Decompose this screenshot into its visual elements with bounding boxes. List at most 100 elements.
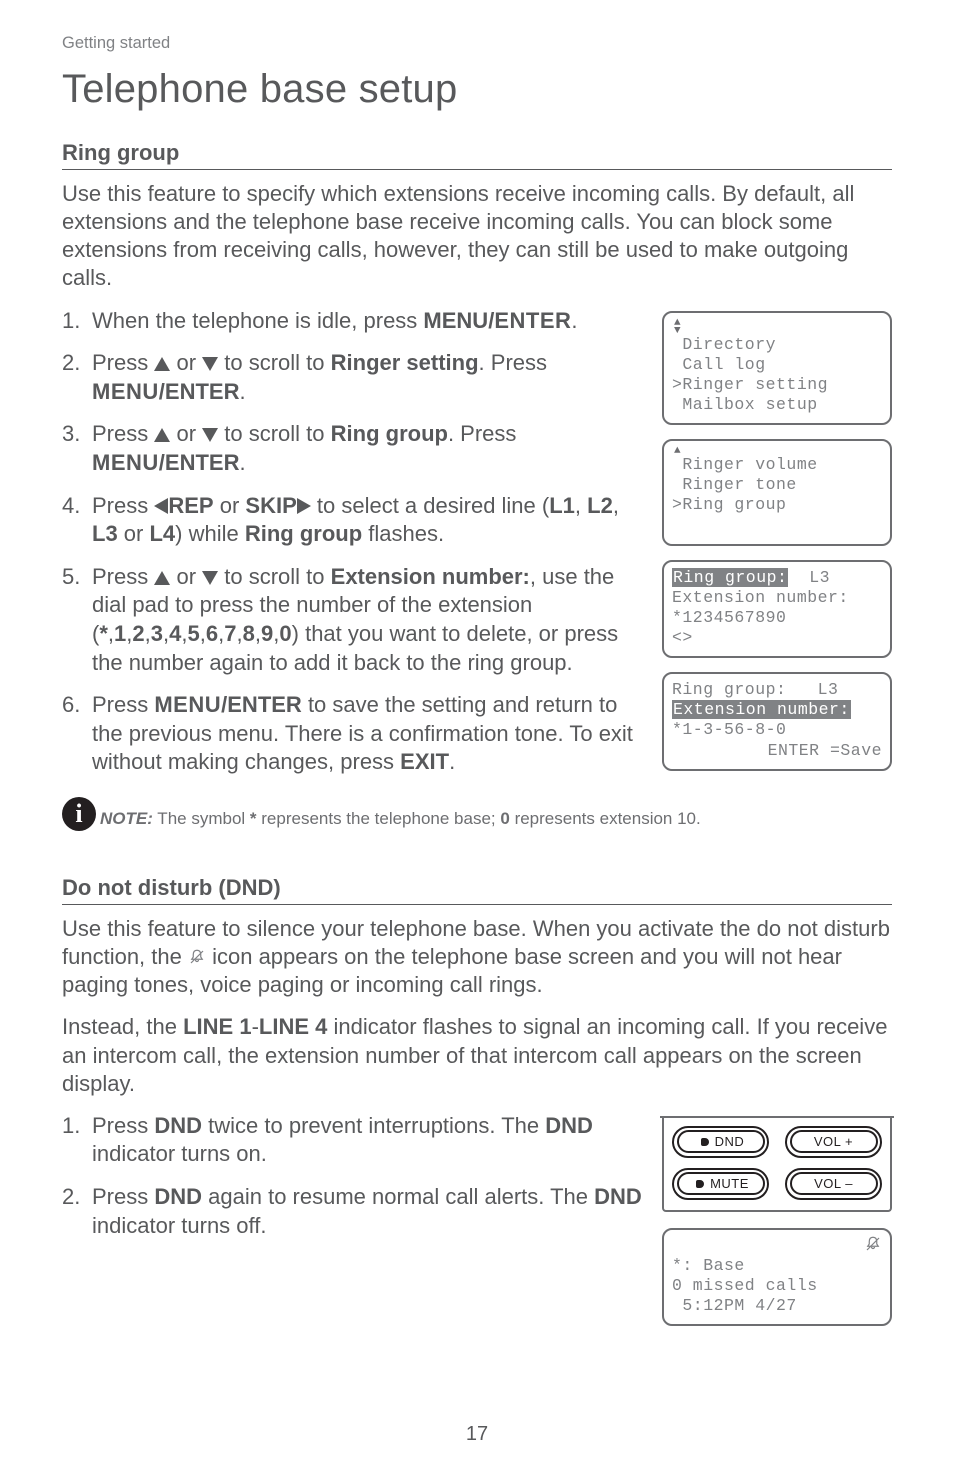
key-star: * — [99, 621, 108, 646]
l4-label: L4 — [149, 521, 175, 546]
text: The symbol — [153, 809, 250, 828]
l2-label: L2 — [587, 493, 613, 518]
text: represents the telephone base; — [257, 809, 501, 828]
key-4: 4 — [169, 621, 181, 646]
text: or — [170, 350, 202, 375]
lcd-line — [672, 516, 682, 535]
text: Press — [92, 692, 154, 717]
dnd-step-1: Press DND twice to prevent interruptions… — [62, 1112, 644, 1169]
lcd-line: *1234567890 — [672, 608, 786, 627]
info-icon: i — [62, 797, 96, 831]
text: Press — [92, 350, 154, 375]
text: indicator turns off. — [92, 1213, 266, 1238]
star-symbol: * — [250, 809, 257, 828]
note: i NOTE: The symbol * represents the tele… — [62, 797, 892, 831]
mute-button[interactable]: MUTE — [672, 1168, 769, 1200]
lcd-cursor: Ring group: — [672, 568, 788, 587]
running-header: Getting started — [62, 34, 892, 53]
key-8: 8 — [243, 621, 255, 646]
text: , — [575, 493, 587, 518]
key-3: 3 — [151, 621, 163, 646]
dnd-label: DND — [154, 1113, 202, 1138]
dnd-label: DND — [545, 1113, 593, 1138]
step-2: Press or to scroll to Ringer setting. Pr… — [62, 349, 644, 406]
dnd-label: DND — [154, 1184, 202, 1209]
button-label: VOL – — [814, 1176, 853, 1191]
text: ) while — [175, 521, 245, 546]
lcd-line: *1-3-56-8-0 — [672, 720, 786, 739]
lcd-line: Mailbox setup — [672, 395, 818, 414]
text: . — [571, 308, 577, 333]
section-heading-ring-group: Ring group — [62, 140, 892, 170]
exit-label: EXIT — [400, 749, 449, 774]
up-arrow-icon — [154, 428, 170, 442]
vol-down-button[interactable]: VOL – — [785, 1168, 882, 1200]
text: . — [449, 749, 455, 774]
lcd-line: Ring group: L3 — [672, 680, 838, 699]
scroll-indicator-icon: ▲ — [674, 447, 882, 455]
down-arrow-icon — [202, 428, 218, 442]
ring-group-label: Ring group — [331, 421, 448, 446]
page-number: 17 — [0, 1423, 954, 1446]
down-arrow-icon — [202, 357, 218, 371]
enter-label: /ENTER — [221, 692, 302, 717]
note-text: NOTE: The symbol * represents the teleph… — [100, 809, 701, 831]
bell-icon — [188, 945, 206, 963]
rep-label: REP — [168, 493, 213, 518]
lcd-line: ENTER =Save — [672, 741, 882, 761]
lcd-line — [672, 1236, 682, 1255]
lcd-line: Call log — [672, 355, 766, 374]
text: indicator turns on. — [92, 1141, 267, 1166]
text: to select a desired line ( — [311, 493, 549, 518]
text: or — [170, 421, 202, 446]
text: . Press — [448, 421, 516, 446]
dnd-step-2: Press DND again to resume normal call al… — [62, 1183, 644, 1240]
text: - — [252, 1014, 259, 1039]
text: Press — [92, 493, 154, 518]
lcd-screen-ring-group-edit: Ring group: L3 Extension number: *123456… — [662, 560, 892, 659]
text: flashes. — [362, 521, 444, 546]
step-1: When the telephone is idle, press MENU/E… — [62, 307, 644, 336]
text: or — [170, 564, 202, 589]
text: . — [239, 379, 245, 404]
menu-label: MENU/ — [423, 308, 494, 333]
text: again to resume normal call alerts. The — [202, 1184, 594, 1209]
ring-group-label: Ring group — [245, 521, 362, 546]
down-arrow-icon — [202, 571, 218, 585]
step-4: Press REP or SKIP to select a desired li… — [62, 492, 644, 549]
lcd-screen-ring-group-save: Ring group: L3 Extension number: *1-3-56… — [662, 672, 892, 771]
line4-label: LINE 4 — [259, 1014, 327, 1039]
vol-up-button[interactable]: VOL + — [785, 1126, 882, 1158]
extension-number-label: Extension number: — [331, 564, 530, 589]
lcd-line: >Ring group — [672, 495, 786, 514]
key-7: 7 — [224, 621, 236, 646]
bell-icon — [864, 1235, 882, 1253]
dnd-paragraph-2: Instead, the LINE 1-LINE 4 indicator fla… — [62, 1013, 892, 1097]
lcd-line: <> — [672, 628, 693, 647]
lcd-line: Extension number: — [672, 588, 849, 607]
lcd-text: L3 — [788, 568, 830, 587]
lcd-screen-ringer: ▲ Ringer volume Ringer tone >Ring group — [662, 439, 892, 546]
menu-label: MENU — [92, 450, 159, 475]
enter-label: /ENTER — [159, 379, 240, 404]
up-arrow-icon — [154, 571, 170, 585]
key-9: 9 — [261, 621, 273, 646]
lcd-screen-dnd: *: Base 0 missed calls 5:12PM 4/27 — [662, 1228, 892, 1327]
text: to scroll to — [218, 421, 330, 446]
text: twice to prevent interruptions. The — [202, 1113, 545, 1138]
text: Press — [92, 1184, 154, 1209]
skip-label: SKIP — [245, 493, 296, 518]
button-panel: DND VOL + MUTE VOL – — [662, 1116, 892, 1212]
dnd-button[interactable]: DND — [672, 1126, 769, 1158]
text: , — [613, 493, 619, 518]
lcd-line: *: Base — [672, 1256, 745, 1275]
text: to scroll to — [218, 350, 330, 375]
text: Press — [92, 564, 154, 589]
key-1: 1 — [114, 621, 126, 646]
line1-label: LINE 1 — [183, 1014, 251, 1039]
key-2: 2 — [132, 621, 144, 646]
up-arrow-icon — [154, 357, 170, 371]
key-0: 0 — [279, 621, 291, 646]
dnd-steps: Press DND twice to prevent interruptions… — [62, 1112, 644, 1240]
menu-label: MENU — [92, 379, 159, 404]
